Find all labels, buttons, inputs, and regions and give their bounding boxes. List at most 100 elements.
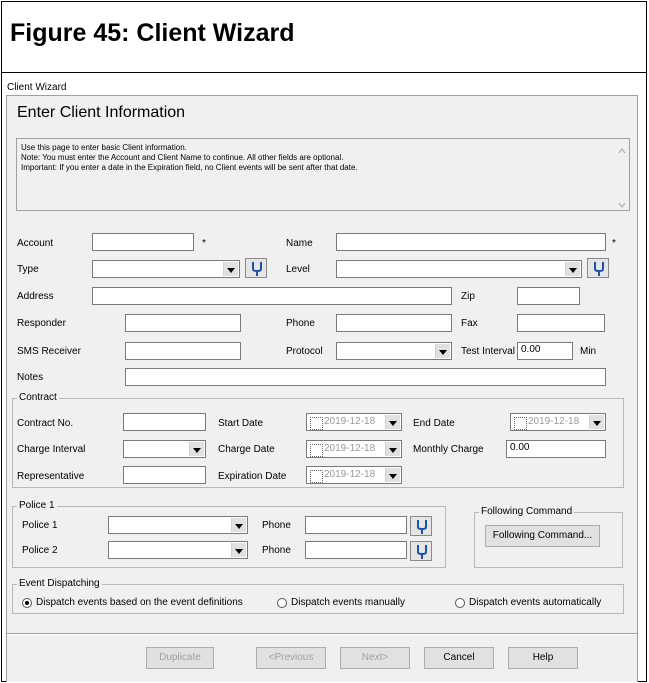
account-label: Account	[17, 238, 54, 249]
start-date-checkbox[interactable]	[310, 417, 323, 430]
dispatch-manually-label[interactable]: Dispatch events manually	[291, 597, 405, 608]
level-picker-button[interactable]	[587, 258, 609, 278]
dropdown-arrow-icon[interactable]	[589, 415, 604, 429]
address-label: Address	[17, 291, 54, 302]
police1-phone-label: Phone	[262, 520, 291, 531]
expiration-date-picker[interactable]: 2019-12-18	[306, 466, 402, 484]
zip-label: Zip	[461, 291, 475, 302]
police2-combo[interactable]	[108, 541, 248, 559]
contract-no-input[interactable]	[123, 413, 206, 431]
police1-combo[interactable]	[108, 516, 248, 534]
following-command-button[interactable]: Following Command...	[485, 525, 600, 547]
end-date-picker[interactable]: 2019-12-18	[510, 413, 606, 431]
next-button[interactable]: Next>	[340, 647, 410, 669]
charge-date-checkbox[interactable]	[310, 444, 323, 457]
name-input[interactable]	[336, 233, 606, 251]
dispatch-automatically-radio[interactable]	[455, 598, 465, 608]
charge-interval-label: Charge Interval	[17, 444, 86, 455]
info-line: Note: You must enter the Account and Cli…	[21, 153, 344, 162]
info-line: Use this page to enter basic Client info…	[21, 143, 187, 152]
dispatch-automatically-label[interactable]: Dispatch events automatically	[469, 597, 601, 608]
dropdown-arrow-icon[interactable]	[435, 344, 450, 358]
event-dispatching-group-title: Event Dispatching	[17, 578, 102, 589]
type-combo[interactable]	[92, 260, 240, 278]
police2-picker-button[interactable]	[410, 541, 432, 561]
phone-input[interactable]	[336, 314, 452, 332]
page-title: Enter Client Information	[17, 104, 186, 121]
account-input[interactable]	[92, 233, 194, 251]
footer-divider-highlight	[7, 634, 637, 635]
monthly-charge-label: Monthly Charge	[413, 444, 484, 455]
protocol-label: Protocol	[286, 346, 323, 357]
zip-input[interactable]	[517, 287, 580, 305]
sms-receiver-label: SMS Receiver	[17, 346, 81, 357]
start-date-label: Start Date	[218, 418, 264, 429]
type-picker-button[interactable]	[245, 258, 267, 278]
police1-picker-button[interactable]	[410, 516, 432, 536]
dropdown-arrow-icon[interactable]	[385, 415, 400, 429]
dropdown-arrow-icon[interactable]	[565, 262, 580, 276]
required-marker: *	[612, 238, 616, 249]
police2-label: Police 2	[22, 545, 58, 556]
following-command-group-title: Following Command	[479, 506, 575, 517]
expiration-date-label: Expiration Date	[218, 471, 287, 482]
info-text-box: Use this page to enter basic Client info…	[16, 138, 630, 211]
responder-label: Responder	[17, 318, 66, 329]
dropdown-arrow-icon[interactable]	[223, 262, 238, 276]
responder-input[interactable]	[125, 314, 241, 332]
dropdown-arrow-icon[interactable]	[231, 543, 246, 557]
sms-receiver-input[interactable]	[125, 342, 241, 360]
end-date-checkbox[interactable]	[514, 417, 527, 430]
police1-label: Police 1	[22, 520, 58, 531]
contract-group-title: Contract	[17, 392, 59, 403]
expiration-date-checkbox[interactable]	[310, 470, 323, 483]
tuning-fork-icon	[252, 262, 262, 276]
test-interval-input[interactable]: 0.00	[517, 342, 573, 360]
protocol-combo[interactable]	[336, 342, 452, 360]
notes-input[interactable]	[125, 368, 606, 386]
figure-title: Figure 45: Client Wizard	[10, 19, 295, 47]
representative-input[interactable]	[123, 466, 206, 484]
level-combo[interactable]	[336, 260, 582, 278]
title-divider	[1, 72, 647, 73]
dropdown-arrow-icon[interactable]	[189, 442, 204, 456]
dispatch-definitions-radio[interactable]	[22, 598, 32, 608]
police2-phone-label: Phone	[262, 545, 291, 556]
help-button[interactable]: Help	[508, 647, 578, 669]
charge-interval-combo[interactable]	[123, 440, 206, 458]
contract-no-label: Contract No.	[17, 418, 74, 429]
start-date-value: 2019-12-18	[324, 416, 376, 427]
police-group-title: Police 1	[17, 500, 57, 511]
dropdown-arrow-icon[interactable]	[385, 442, 400, 456]
start-date-picker[interactable]: 2019-12-18	[306, 413, 402, 431]
representative-label: Representative	[17, 471, 85, 482]
dropdown-arrow-icon[interactable]	[231, 518, 246, 532]
charge-date-value: 2019-12-18	[324, 443, 376, 454]
fax-label: Fax	[461, 318, 478, 329]
notes-label: Notes	[17, 372, 44, 383]
dropdown-arrow-icon[interactable]	[385, 468, 400, 482]
info-line: Important: If you enter a date in the Ex…	[21, 163, 358, 172]
test-interval-unit: Min	[580, 346, 597, 357]
duplicate-button[interactable]: Duplicate	[146, 647, 214, 669]
level-label: Level	[286, 264, 310, 275]
end-date-value: 2019-12-18	[528, 416, 580, 427]
cancel-button[interactable]: Cancel	[424, 647, 494, 669]
test-interval-label: Test Interval	[461, 346, 515, 357]
tuning-fork-icon	[417, 520, 427, 534]
window-title: Client Wizard	[7, 82, 67, 93]
previous-button[interactable]: <Previous	[256, 647, 326, 669]
type-label: Type	[17, 264, 39, 275]
address-input[interactable]	[92, 287, 452, 305]
police2-phone-input[interactable]	[305, 541, 407, 559]
police1-phone-input[interactable]	[305, 516, 407, 534]
chevron-up-icon[interactable]	[618, 146, 626, 156]
fax-input[interactable]	[517, 314, 605, 332]
dispatch-manually-radio[interactable]	[277, 598, 287, 608]
tuning-fork-icon	[594, 262, 604, 276]
dispatch-definitions-label[interactable]: Dispatch events based on the event defin…	[36, 597, 243, 608]
name-label: Name	[286, 238, 313, 249]
monthly-charge-input[interactable]: 0.00	[506, 440, 606, 458]
charge-date-picker[interactable]: 2019-12-18	[306, 440, 402, 458]
chevron-down-icon[interactable]	[618, 200, 626, 210]
